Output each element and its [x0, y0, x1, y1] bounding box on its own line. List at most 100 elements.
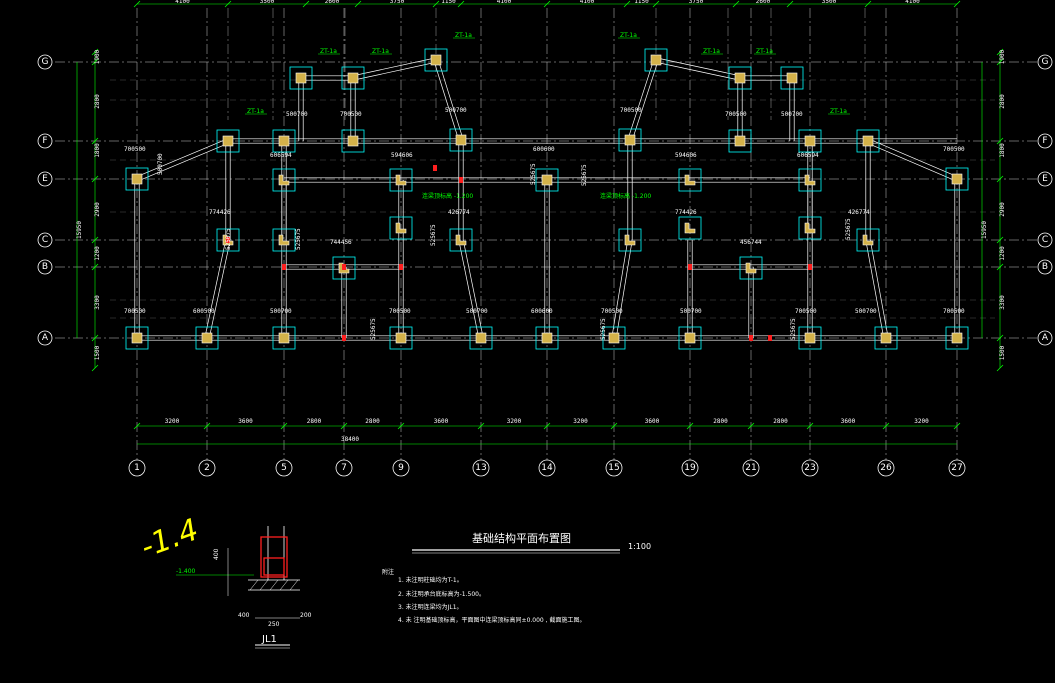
dim-text-top: 3750 [689, 0, 704, 5]
col-axis-label: 2 [204, 463, 210, 473]
pile-size-label-vertical: 525675 [790, 318, 797, 340]
beam-marker [768, 335, 772, 341]
pile-size-label: 700500 [620, 107, 642, 114]
pile-size-label: 774426 [675, 209, 697, 216]
pile-size-label: 500700 [466, 308, 488, 315]
col-axis-label: 1 [134, 463, 140, 473]
col-axis-label: 19 [684, 463, 696, 473]
row-axis-label: C [1042, 235, 1048, 245]
dim-text-bottom: 3200 [914, 418, 929, 425]
beam-line [136, 138, 228, 178]
column-stub [131, 173, 143, 185]
dim-text-bottom: 3200 [165, 418, 180, 425]
dim-text-bottom: 3600 [645, 418, 660, 425]
row-axis-label: E [1042, 174, 1048, 184]
dim-text-right: 1800 [999, 143, 1006, 158]
section-dim-right: 200 [300, 612, 312, 619]
column-stub [804, 135, 816, 147]
dim-text-bottom: 3200 [507, 418, 522, 425]
dim-text-total: 38400 [341, 436, 359, 443]
pile-size-label-vertical: 525675 [530, 163, 537, 185]
dimension-lines: 4100 3500 2600 3750 1150 4100 4100 1150 3750 2600… [76, 0, 1006, 445]
dim-text-left: 1500 [94, 345, 101, 360]
pile-size-label: 600600 [533, 146, 555, 153]
column-stub [201, 332, 213, 344]
dim-text-left: 1200 [94, 246, 101, 261]
pile-size-label: 500700 [270, 308, 292, 315]
column-stub [608, 332, 620, 344]
beam-marker [342, 335, 346, 341]
dim-text-right: 1500 [999, 345, 1006, 360]
pile-size-label: 426774 [448, 209, 470, 216]
column-stub [278, 332, 290, 344]
section-dim-height: 400 [213, 548, 220, 560]
pile-size-label: 700500 [943, 146, 965, 153]
column-stub [786, 72, 798, 84]
beam-line [611, 239, 629, 338]
pile-size-label: 700500 [943, 308, 965, 315]
beam-line [865, 240, 885, 339]
col-axis-label: 14 [541, 463, 553, 473]
row-axis-label: A [1042, 333, 1049, 343]
notes-heading: 附注 [382, 568, 394, 576]
pile-size-label: 500700 [286, 111, 308, 118]
dim-text-bottom: 3600 [841, 418, 856, 425]
dim-text-bottom: 2800 [773, 418, 788, 425]
row-axis-label: F [1042, 136, 1047, 146]
row-axis-label: A [42, 333, 49, 343]
section-dim-left: 400 [238, 612, 250, 619]
column-stub [862, 135, 874, 147]
beam-line [462, 239, 484, 338]
dim-text-bottom: 3600 [434, 418, 449, 425]
pile-size-label-vertical: 525675 [845, 218, 852, 240]
pile-size-label: 700500 [601, 308, 623, 315]
beam-marker [282, 264, 286, 270]
row-axis-label: F [42, 136, 47, 146]
pile-size-label: 606594 [270, 152, 292, 159]
dim-text-top: 4100 [580, 0, 595, 5]
col-axis-label: 7 [341, 463, 347, 473]
pile-size-label: 700500 [124, 308, 146, 315]
row-axis-label: E [42, 174, 48, 184]
dim-text-top: 3500 [260, 0, 275, 5]
beam-level-label: 连梁顶标高 -1.200 [422, 192, 473, 200]
dim-text-left: 2800 [94, 94, 101, 109]
section-label: JL1 [261, 634, 277, 645]
dim-text-top: 1150 [441, 0, 456, 5]
note-1: 1. 未注明柱础均为T-1。 [398, 576, 463, 584]
col-axis-label: 13 [475, 463, 486, 473]
dim-text-top: 4100 [175, 0, 190, 5]
dim-text-bottom: 3200 [573, 418, 588, 425]
column-stub [684, 332, 696, 344]
foundation-plan-drawing: 4100 3500 2600 3750 1150 4100 4100 1150 3750 2600… [37, 0, 1053, 649]
col-axis-label: 15 [608, 463, 619, 473]
column-stub [347, 135, 359, 147]
pile-size-label: 700500 [389, 308, 411, 315]
pile-size-label-vertical: 500700 [157, 153, 164, 175]
column-stub [222, 135, 234, 147]
pile-size-label: 594606 [391, 152, 413, 159]
dim-text-top: 2600 [325, 0, 340, 5]
col-axis-label: 21 [745, 463, 756, 473]
pile-size-label-vertical: 525675 [430, 224, 437, 246]
beam-marker [399, 264, 403, 270]
axis-grid [55, 8, 1040, 460]
section-level: -1.400 [176, 568, 196, 575]
column-stub [395, 332, 407, 344]
dim-text-left: 2900 [94, 202, 101, 217]
row-axis-label: C [42, 235, 48, 245]
dim-text-right-overall: 15950 [981, 221, 988, 239]
column-stub [455, 134, 467, 146]
pile-size-label: 594606 [675, 152, 697, 159]
pile-size-label: 774426 [209, 209, 231, 216]
column-stub [880, 332, 892, 344]
dim-text-right: 2900 [999, 202, 1006, 217]
dim-text-bottom: 2800 [307, 418, 322, 425]
row-axis-label: B [1042, 262, 1048, 272]
beam-line [352, 57, 436, 77]
column-stub [278, 135, 290, 147]
pile-size-label: 744456 [330, 239, 352, 246]
beam-line [868, 138, 959, 178]
column-stub [541, 174, 553, 186]
beam-line [458, 240, 480, 339]
